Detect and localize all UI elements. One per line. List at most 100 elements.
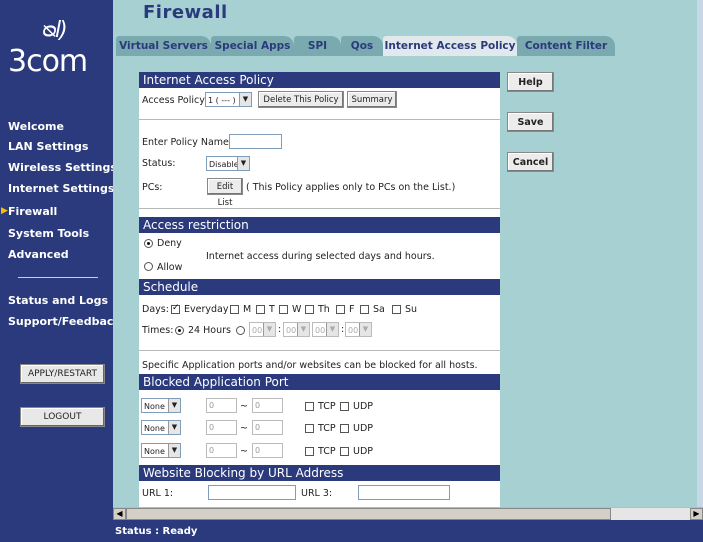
tab-internet-access-policy[interactable]: Internet Access Policy [383,36,517,56]
divider [139,119,500,120]
sidebar-item-system-tools[interactable]: System Tools [8,227,89,240]
day-checkbox-everyday[interactable] [171,303,180,314]
udp-checkbox[interactable] [340,424,349,433]
start-minute-value: 00 [286,326,297,335]
sidebar-item-wireless-settings[interactable]: Wireless Settings [8,161,117,174]
save-button[interactable]: Save [507,112,554,132]
service-value: None [144,424,165,433]
deny-radio[interactable] [144,239,153,248]
tab-virtual-servers[interactable]: Virtual Servers [116,36,211,56]
url1-input[interactable] [208,485,296,500]
udp-checkbox[interactable] [340,402,349,411]
udp-label: UDP [353,401,373,412]
header: Firewall Virtual Servers Special Apps SP… [113,0,703,57]
udp-label: UDP [353,446,373,457]
scroll-left-icon[interactable]: ◀ [113,508,126,520]
tcp-checkbox[interactable] [305,447,314,456]
sidebar-item-status-and-logs[interactable]: Status and Logs [8,294,108,307]
sidebar-item-advanced[interactable]: Advanced [8,248,69,261]
divider [139,350,500,351]
section-heading-schedule: Schedule [139,279,500,295]
blocked-note: Specific Application ports and/or websit… [142,360,478,371]
day-checkbox-t[interactable] [256,305,265,314]
tab-special-apps[interactable]: Special Apps [211,36,294,56]
service-select[interactable]: None ▼ [141,398,181,413]
service-select[interactable]: None ▼ [141,443,181,458]
tab-content-filter[interactable]: Content Filter [517,36,615,56]
page-title: Firewall [143,2,228,23]
tcp-label: TCP [318,401,336,412]
tab-bar: Virtual Servers Special Apps SPI Qos Int… [113,36,703,56]
deny-label: Deny [157,238,182,249]
sidebar-item-firewall[interactable]: ▶ Firewall [1,205,57,218]
scroll-right-icon[interactable]: ▶ [690,508,703,520]
sidebar-item-welcome[interactable]: Welcome [8,120,64,133]
service-value: None [144,402,165,411]
vertical-scrollbar[interactable] [697,0,703,507]
allow-radio[interactable] [144,262,153,271]
port-to-input[interactable]: 0 [252,398,283,413]
tcp-checkbox[interactable] [305,402,314,411]
port-from-input[interactable]: 0 [206,420,237,435]
chevron-down-icon: ▼ [297,323,309,336]
url3-label: URL 3: [301,488,333,499]
policy-name-input[interactable] [229,134,282,149]
status-select[interactable]: Disabled ▼ [206,156,250,171]
port-to-input[interactable]: 0 [252,420,283,435]
divider [139,208,500,209]
logout-button[interactable]: LOGOUT [20,407,105,427]
day-checkbox-w[interactable] [279,305,288,314]
end-hour-select[interactable]: 00 ▼ [312,322,339,337]
cancel-button[interactable]: Cancel [507,152,554,172]
url1-label: URL 1: [142,488,174,499]
delete-policy-button[interactable]: Delete This Policy [258,91,344,108]
status-text: Status : Ready [115,526,198,537]
pcs-label: PCs: [142,182,163,193]
chevron-down-icon: ▼ [359,323,371,336]
sidebar-item-internet-settings[interactable]: Internet Settings [8,182,114,195]
sidebar-item-lan-settings[interactable]: LAN Settings [8,140,88,153]
start-minute-select[interactable]: 00 ▼ [283,322,310,337]
section-heading-url-blocking: Website Blocking by URL Address [139,465,500,481]
day-label: W [292,304,302,315]
restriction-description: Internet access during selected days and… [206,251,435,262]
access-policy-select[interactable]: 1 ( --- ) ▼ [205,92,252,107]
day-checkbox-m[interactable] [230,305,239,314]
day-label: Th [318,304,330,315]
day-checkbox-f[interactable] [336,305,345,314]
url3-input[interactable] [358,485,450,500]
sidebar-item-support-feedback[interactable]: Support/Feedback [8,315,121,328]
edit-list-button[interactable]: Edit List [207,178,243,208]
port-to-input[interactable]: 0 [252,443,283,458]
time-range-radio[interactable] [236,326,245,335]
chevron-down-icon: ▼ [239,93,251,106]
chevron-down-icon: ▼ [326,323,338,336]
scroll-thumb[interactable] [126,508,611,520]
port-from-input[interactable]: 0 [206,398,237,413]
tab-spi[interactable]: SPI [294,36,341,56]
end-minute-select[interactable]: 00 ▼ [345,322,372,337]
day-label: T [269,304,275,315]
all-hours-label: 24 Hours [188,325,231,336]
all-hours-radio[interactable] [175,326,184,335]
allow-label: Allow [157,262,183,273]
policy-form: Internet Access Policy Access Policy: 1 … [139,72,500,507]
tcp-checkbox[interactable] [305,424,314,433]
access-policy-label: Access Policy: [142,95,208,106]
udp-checkbox[interactable] [340,447,349,456]
help-button[interactable]: Help [507,72,554,92]
day-checkbox-th[interactable] [305,305,314,314]
apply-restart-button[interactable]: APPLY/RESTART [20,364,105,384]
tab-qos[interactable]: Qos [341,36,383,56]
summary-button[interactable]: Summary [347,91,397,108]
day-checkbox-sa[interactable] [360,305,369,314]
times-label: Times: [142,325,174,336]
end-minute-value: 00 [348,326,359,335]
port-from-input[interactable]: 0 [206,443,237,458]
brand-name: 3com [8,44,88,79]
horizontal-scrollbar[interactable]: ◀ ▶ [113,507,703,521]
day-label: Sa [373,304,385,315]
day-checkbox-su[interactable] [392,305,401,314]
start-hour-select[interactable]: 00 ▼ [249,322,276,337]
service-select[interactable]: None ▼ [141,420,181,435]
